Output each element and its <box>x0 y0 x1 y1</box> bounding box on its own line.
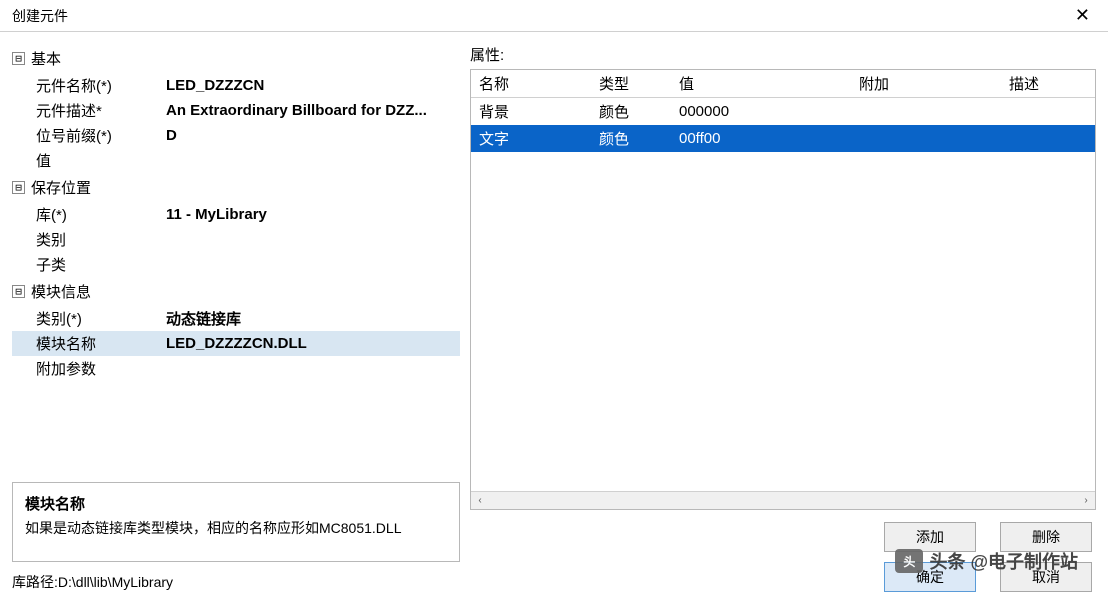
tree-row[interactable]: 类别(*) 动态链接库 <box>12 306 460 331</box>
row-label: 值 <box>36 150 166 171</box>
tree-row[interactable]: 类别 <box>12 227 460 252</box>
delete-button[interactable]: 删除 <box>1000 522 1092 552</box>
ok-button[interactable]: 确定 <box>884 562 976 592</box>
main-area: ⊟ 基本 元件名称(*) LED_DZZZCN 元件描述* An Extraor… <box>0 32 1108 600</box>
right-panel: 属性: 名称 类型 值 附加 描述 背景 颜色 000000 文字 <box>470 44 1096 592</box>
left-panel: ⊟ 基本 元件名称(*) LED_DZZZCN 元件描述* An Extraor… <box>12 44 460 592</box>
help-box: 模块名称 如果是动态链接库类型模块，相应的名称应形如MC8051.DLL <box>12 482 460 562</box>
grid-row[interactable]: 背景 颜色 000000 <box>471 98 1095 125</box>
grid-header: 名称 类型 值 附加 描述 <box>471 70 1095 98</box>
attribute-buttons: 添加 删除 <box>470 522 1096 552</box>
cell-desc <box>1001 136 1095 142</box>
col-name[interactable]: 名称 <box>471 70 591 97</box>
attributes-grid: 名称 类型 值 附加 描述 背景 颜色 000000 文字 颜色 00ff00 <box>470 69 1096 510</box>
row-value: LED_DZZZZCN.DLL <box>166 335 307 352</box>
cell-name: 背景 <box>471 98 591 125</box>
titlebar: 创建元件 ✕ <box>0 0 1108 32</box>
cell-type: 颜色 <box>591 125 671 152</box>
group-header-basic[interactable]: ⊟ 基本 <box>12 44 460 73</box>
row-label: 元件描述* <box>36 100 166 121</box>
collapse-icon[interactable]: ⊟ <box>12 285 25 298</box>
attributes-label: 属性: <box>470 44 1096 65</box>
dialog-buttons: 确定 取消 <box>470 562 1096 592</box>
tree-row[interactable]: 库(*) 11 - MyLibrary <box>12 202 460 227</box>
row-value: An Extraordinary Billboard for DZZ... <box>166 102 427 119</box>
collapse-icon[interactable]: ⊟ <box>12 52 25 65</box>
cell-extra <box>851 136 1001 142</box>
col-type[interactable]: 类型 <box>591 70 671 97</box>
row-label: 附加参数 <box>36 358 166 379</box>
tree-row[interactable]: 元件名称(*) LED_DZZZCN <box>12 73 460 98</box>
row-label: 元件名称(*) <box>36 75 166 96</box>
library-path: 库路径:D:\dll\lib\MyLibrary <box>12 562 460 592</box>
help-title: 模块名称 <box>25 493 447 514</box>
property-tree: ⊟ 基本 元件名称(*) LED_DZZZCN 元件描述* An Extraor… <box>12 44 460 474</box>
scroll-left-icon[interactable]: ‹ <box>471 493 489 509</box>
row-label: 类别(*) <box>36 308 166 329</box>
window-title: 创建元件 <box>12 6 68 26</box>
cell-value: 000000 <box>671 100 851 123</box>
row-value: D <box>166 127 177 144</box>
help-body: 如果是动态链接库类型模块，相应的名称应形如MC8051.DLL <box>25 518 447 538</box>
row-value: 动态链接库 <box>166 308 241 329</box>
tree-row[interactable]: 位号前缀(*) D <box>12 123 460 148</box>
scroll-right-icon[interactable]: › <box>1077 493 1095 509</box>
row-label: 模块名称 <box>36 333 166 354</box>
horizontal-scrollbar[interactable]: ‹ › <box>471 491 1095 509</box>
row-label: 类别 <box>36 229 166 250</box>
cancel-button[interactable]: 取消 <box>1000 562 1092 592</box>
row-value: LED_DZZZCN <box>166 77 264 94</box>
group-label: 基本 <box>31 48 61 69</box>
col-value[interactable]: 值 <box>671 70 851 97</box>
col-extra[interactable]: 附加 <box>851 70 1001 97</box>
grid-body: 背景 颜色 000000 文字 颜色 00ff00 <box>471 98 1095 491</box>
cell-type: 颜色 <box>591 98 671 125</box>
row-label: 库(*) <box>36 204 166 225</box>
col-desc[interactable]: 描述 <box>1001 70 1095 97</box>
tree-row[interactable]: 附加参数 <box>12 356 460 381</box>
collapse-icon[interactable]: ⊟ <box>12 181 25 194</box>
group-header-save[interactable]: ⊟ 保存位置 <box>12 173 460 202</box>
cell-desc <box>1001 109 1095 115</box>
tree-row[interactable]: 子类 <box>12 252 460 277</box>
tree-row[interactable]: 模块名称 LED_DZZZZCN.DLL <box>12 331 460 356</box>
group-label: 保存位置 <box>31 177 91 198</box>
cell-value: 00ff00 <box>671 127 851 150</box>
tree-row[interactable]: 元件描述* An Extraordinary Billboard for DZZ… <box>12 98 460 123</box>
cell-extra <box>851 109 1001 115</box>
group-header-module[interactable]: ⊟ 模块信息 <box>12 277 460 306</box>
row-value: 11 - MyLibrary <box>166 206 267 223</box>
tree-row[interactable]: 值 <box>12 148 460 173</box>
row-label: 位号前缀(*) <box>36 125 166 146</box>
add-button[interactable]: 添加 <box>884 522 976 552</box>
cell-name: 文字 <box>471 125 591 152</box>
grid-row[interactable]: 文字 颜色 00ff00 <box>471 125 1095 152</box>
group-label: 模块信息 <box>31 281 91 302</box>
row-label: 子类 <box>36 254 166 275</box>
close-icon[interactable]: ✕ <box>1069 5 1096 26</box>
